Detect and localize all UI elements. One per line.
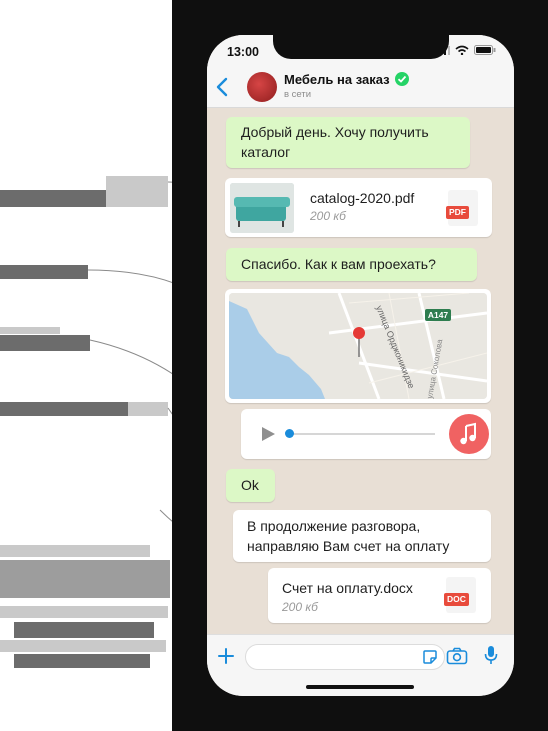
catalog-thumbnail — [230, 183, 294, 233]
road-label: A147 — [428, 310, 449, 320]
message-text: В продолжение разговора, направляю Вам с… — [247, 518, 450, 554]
message-text: Добрый день. Хочу получить каталог — [241, 124, 429, 160]
message-outgoing[interactable]: Добрый день. Хочу получить каталог — [226, 117, 470, 168]
doc-badge: DOC — [444, 593, 469, 606]
play-icon[interactable] — [259, 425, 277, 443]
message-audio[interactable] — [241, 409, 491, 459]
message-incoming[interactable]: В продолжение разговора, направляю Вам с… — [233, 510, 491, 562]
microphone-icon[interactable] — [484, 645, 498, 665]
audio-progress-knob[interactable] — [285, 429, 294, 438]
file-name: catalog-2020.pdf — [310, 190, 415, 206]
status-time: 13:00 — [227, 45, 259, 59]
sticker-icon[interactable] — [422, 649, 438, 665]
message-file-docx[interactable]: Счет на оплату.docx 200 кб DOC — [268, 568, 491, 623]
chat-status: в сети — [284, 89, 312, 100]
notch — [273, 35, 449, 59]
message-location[interactable]: A147 улица Орджоникидзе улица Соколова — [225, 289, 491, 403]
message-file-pdf[interactable]: catalog-2020.pdf 200 кб PDF — [225, 178, 492, 237]
chat-header: Мебель на заказ в сети — [207, 67, 514, 108]
phone-screen: 13:00 Мебель на заказ в сети Добрый день… — [207, 35, 514, 696]
message-input[interactable] — [245, 644, 445, 670]
message-text: Ok — [241, 477, 259, 493]
message-outgoing[interactable]: Спасибо. Как к вам проехать? — [226, 248, 477, 281]
file-size: 200 кб — [282, 600, 318, 614]
location-map: A147 улица Орджоникидзе улица Соколова — [229, 293, 487, 399]
file-name: Счет на оплату.docx — [282, 580, 413, 596]
doc-file-icon: DOC — [444, 577, 476, 613]
verified-icon — [395, 72, 409, 86]
music-note-icon — [449, 414, 489, 454]
pdf-badge: PDF — [446, 206, 469, 219]
camera-icon[interactable] — [446, 647, 468, 665]
home-indicator — [306, 685, 414, 689]
wifi-icon — [455, 45, 469, 55]
chat-title[interactable]: Мебель на заказ — [284, 72, 390, 87]
pdf-file-icon: PDF — [446, 190, 478, 226]
back-chevron-icon[interactable] — [213, 75, 233, 99]
message-outgoing[interactable]: Ok — [226, 469, 275, 502]
avatar[interactable] — [247, 72, 277, 102]
battery-icon — [474, 45, 496, 55]
file-size: 200 кб — [310, 209, 346, 223]
plus-icon[interactable] — [217, 647, 235, 665]
chat-area: Добрый день. Хочу получить каталог catal… — [207, 108, 514, 634]
audio-progress-track[interactable] — [287, 433, 435, 435]
message-text: Спасибо. Как к вам проехать? — [241, 256, 436, 272]
